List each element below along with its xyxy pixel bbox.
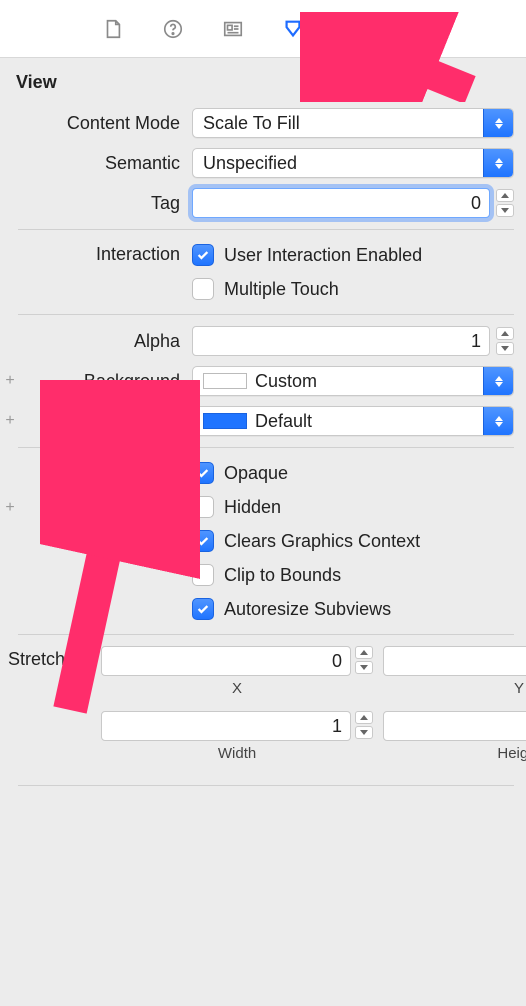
semantic-select[interactable]: Unspecified — [192, 148, 514, 178]
stretching-y-sublabel: Y — [383, 680, 526, 697]
clip-to-bounds-label: Clip to Bounds — [224, 565, 341, 586]
chevron-updown-icon — [483, 407, 513, 435]
stretching-label: Stretching — [8, 646, 93, 670]
user-interaction-enabled-label: User Interaction Enabled — [224, 245, 422, 266]
alpha-stepper[interactable] — [496, 327, 514, 355]
chevron-updown-icon — [483, 109, 513, 137]
stretching-height-field[interactable] — [383, 711, 526, 741]
help-inspector-icon[interactable] — [161, 17, 185, 41]
stretching-x-stepper[interactable] — [355, 646, 373, 676]
interaction-label: Interaction — [28, 241, 184, 265]
tag-label: Tag — [28, 193, 184, 214]
tint-swatch — [203, 413, 247, 429]
stretching-height-sublabel: Height — [383, 745, 526, 762]
content-mode-select[interactable]: Scale To Fill — [192, 108, 514, 138]
opaque-checkbox[interactable] — [192, 462, 214, 484]
file-inspector-icon[interactable] — [101, 17, 125, 41]
drawing-add-icon[interactable]: + — [0, 459, 20, 517]
user-interaction-enabled-checkbox[interactable] — [192, 244, 214, 266]
drawing-label: Drawing — [28, 459, 184, 483]
background-add-icon[interactable]: + — [0, 372, 20, 390]
tint-add-icon[interactable]: + — [0, 412, 20, 430]
clears-graphics-label: Clears Graphics Context — [224, 531, 420, 552]
multiple-touch-checkbox[interactable] — [192, 278, 214, 300]
tag-stepper[interactable] — [496, 189, 514, 217]
stretching-width-stepper[interactable] — [355, 711, 373, 741]
stretching-y-field[interactable] — [383, 646, 526, 676]
background-swatch — [203, 373, 247, 389]
inspector-tabbar — [0, 0, 526, 58]
chevron-updown-icon — [483, 149, 513, 177]
stretching-x-field[interactable] — [101, 646, 351, 676]
connections-inspector-icon[interactable] — [401, 17, 425, 41]
alpha-field[interactable] — [192, 326, 490, 356]
stretching-width-sublabel: Width — [101, 745, 373, 762]
attributes-inspector-icon[interactable] — [281, 17, 305, 41]
identity-inspector-icon[interactable] — [221, 17, 245, 41]
stretching-x-sublabel: X — [101, 680, 373, 697]
tag-field[interactable] — [192, 188, 490, 218]
tint-label: Tint — [28, 411, 184, 432]
size-inspector-icon[interactable] — [341, 17, 365, 41]
tint-color-select[interactable]: Default — [192, 406, 514, 436]
clears-graphics-checkbox[interactable] — [192, 530, 214, 552]
chevron-updown-icon — [483, 367, 513, 395]
background-color-select[interactable]: Custom — [192, 366, 514, 396]
section-title-view: View — [0, 66, 526, 103]
opaque-label: Opaque — [224, 463, 288, 484]
semantic-label: Semantic — [28, 153, 184, 174]
content-mode-label: Content Mode — [28, 113, 184, 134]
multiple-touch-label: Multiple Touch — [224, 279, 339, 300]
hidden-label: Hidden — [224, 497, 281, 518]
clip-to-bounds-checkbox[interactable] — [192, 564, 214, 586]
background-label: Background — [28, 371, 184, 392]
autoresize-label: Autoresize Subviews — [224, 599, 391, 620]
stretching-width-field[interactable] — [101, 711, 351, 741]
attributes-inspector-panel: View Content Mode Scale To Fill Semantic… — [0, 58, 526, 1006]
autoresize-checkbox[interactable] — [192, 598, 214, 620]
hidden-checkbox[interactable] — [192, 496, 214, 518]
alpha-label: Alpha — [28, 331, 184, 352]
